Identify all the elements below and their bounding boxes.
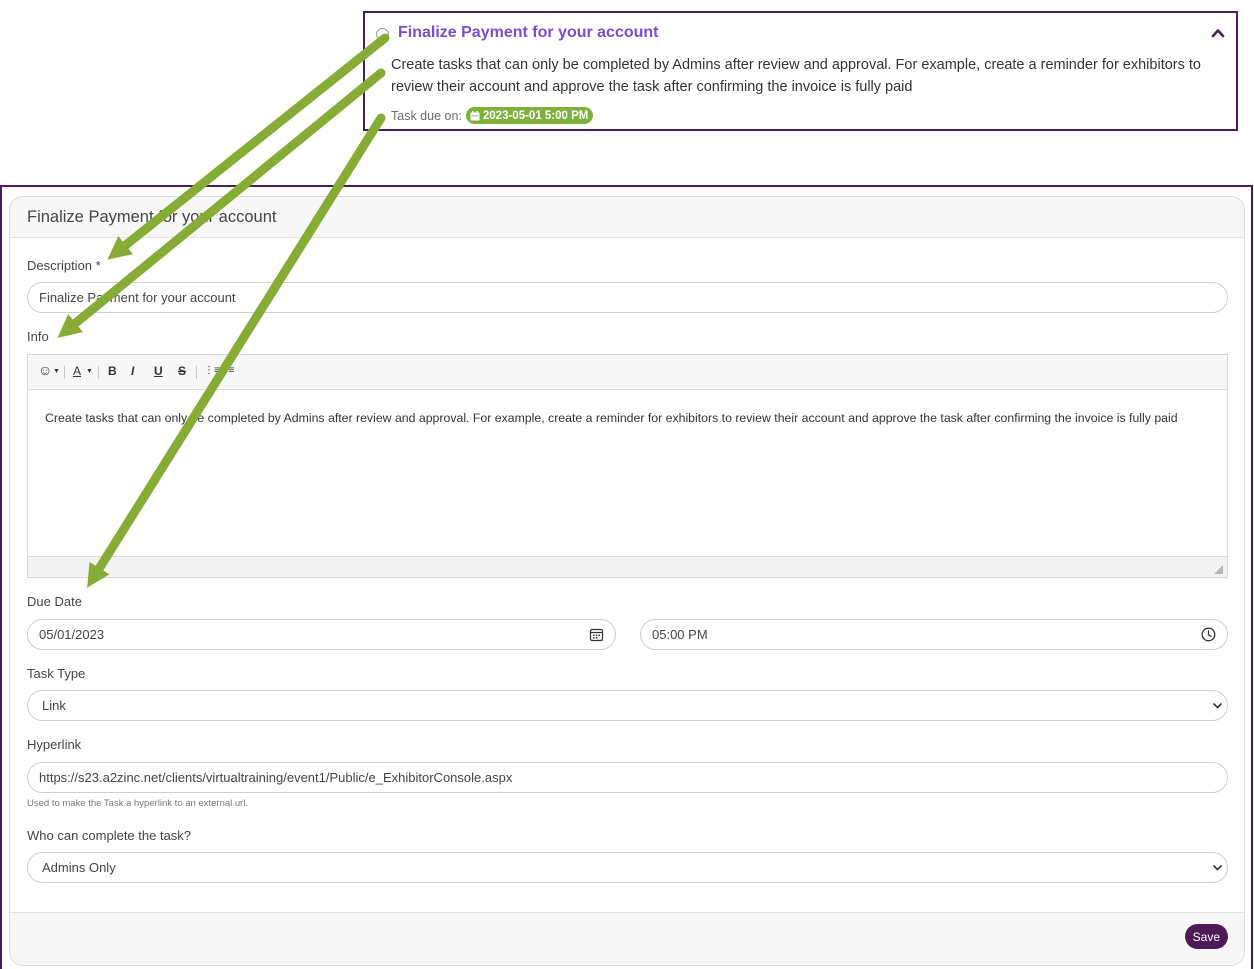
info-content[interactable]: Create tasks that can only be completed … bbox=[45, 411, 1220, 425]
task-type-select[interactable]: Link bbox=[27, 690, 1228, 721]
editor-statusbar bbox=[28, 556, 1227, 577]
description-value: Finalize Payment for your account bbox=[39, 290, 236, 305]
chevron-up-icon[interactable] bbox=[1211, 27, 1225, 39]
radio-icon[interactable] bbox=[376, 28, 389, 41]
calendar-icon[interactable] bbox=[589, 627, 604, 642]
underline-button[interactable]: U bbox=[154, 364, 163, 378]
task-preview-card: Finalize Payment for your account Create… bbox=[363, 11, 1238, 131]
description-input[interactable]: Finalize Payment for your account bbox=[27, 282, 1228, 313]
emoji-button[interactable]: ☺ bbox=[38, 362, 52, 378]
who-complete-select[interactable]: Admins Only bbox=[27, 852, 1228, 883]
task-edit-card: Finalize Payment for your account Descri… bbox=[9, 196, 1245, 966]
task-type-value: Link bbox=[42, 698, 66, 713]
card-title: Finalize Payment for your account bbox=[27, 208, 277, 226]
toolbar-divider bbox=[64, 366, 65, 379]
save-button[interactable]: Save bbox=[1184, 924, 1228, 949]
who-complete-label: Who can complete the task? bbox=[27, 828, 192, 843]
toolbar-divider bbox=[196, 366, 197, 379]
description-label: Description * bbox=[27, 258, 101, 273]
due-badge: 2023-05-01 5:00 PM bbox=[465, 107, 594, 124]
chevron-down-icon[interactable]: ▼ bbox=[86, 368, 93, 375]
due-time-value: 05:00 PM bbox=[652, 627, 708, 642]
toolbar-divider bbox=[98, 366, 99, 379]
resize-handle-icon[interactable] bbox=[1214, 565, 1223, 574]
due-badge-text: 2023-05-01 5:00 PM bbox=[482, 109, 589, 122]
editor-toolbar: ☺ ▼ A ▼ B I U S ⋮≡ •≡ bbox=[28, 355, 1227, 390]
preview-title[interactable]: Finalize Payment for your account bbox=[398, 24, 659, 42]
hyperlink-help: Used to make the Task a hyperlink to an … bbox=[27, 798, 249, 809]
card-header: Finalize Payment for your account bbox=[10, 197, 1244, 238]
preview-due: Task due on: 2023-05-01 5:00 PM bbox=[391, 107, 594, 124]
due-date-input[interactable]: 05/01/2023 bbox=[27, 619, 616, 650]
calendar-icon bbox=[470, 110, 480, 120]
hyperlink-label: Hyperlink bbox=[27, 737, 82, 752]
italic-button[interactable]: I bbox=[131, 364, 134, 378]
bold-button[interactable]: B bbox=[108, 364, 117, 378]
due-label: Task due on: bbox=[391, 108, 462, 123]
chevron-down-icon bbox=[1213, 703, 1222, 709]
task-type-label: Task Type bbox=[27, 666, 86, 681]
due-date-label: Due Date bbox=[27, 594, 82, 609]
hyperlink-value: https://s23.a2zinc.net/clients/virtualtr… bbox=[39, 770, 513, 785]
unordered-list-button[interactable]: •≡ bbox=[225, 365, 234, 376]
due-time-input[interactable]: 05:00 PM bbox=[640, 619, 1228, 650]
hyperlink-input[interactable]: https://s23.a2zinc.net/clients/virtualtr… bbox=[27, 762, 1228, 793]
ordered-list-button[interactable]: ⋮≡ bbox=[204, 365, 220, 376]
card-footer: Save bbox=[10, 912, 1244, 965]
chevron-down-icon bbox=[1213, 865, 1222, 871]
due-date-value: 05/01/2023 bbox=[39, 627, 105, 642]
preview-description: Create tasks that can only be completed … bbox=[391, 57, 1201, 95]
font-color-button[interactable]: A bbox=[73, 364, 81, 378]
strikethrough-button[interactable]: S bbox=[178, 364, 186, 378]
who-complete-value: Admins Only bbox=[42, 860, 116, 875]
clock-icon[interactable] bbox=[1201, 627, 1216, 642]
info-label: Info bbox=[27, 329, 49, 344]
chevron-down-icon[interactable]: ▼ bbox=[53, 368, 60, 375]
info-editor[interactable]: ☺ ▼ A ▼ B I U S ⋮≡ •≡ Create tasks that … bbox=[27, 354, 1228, 578]
